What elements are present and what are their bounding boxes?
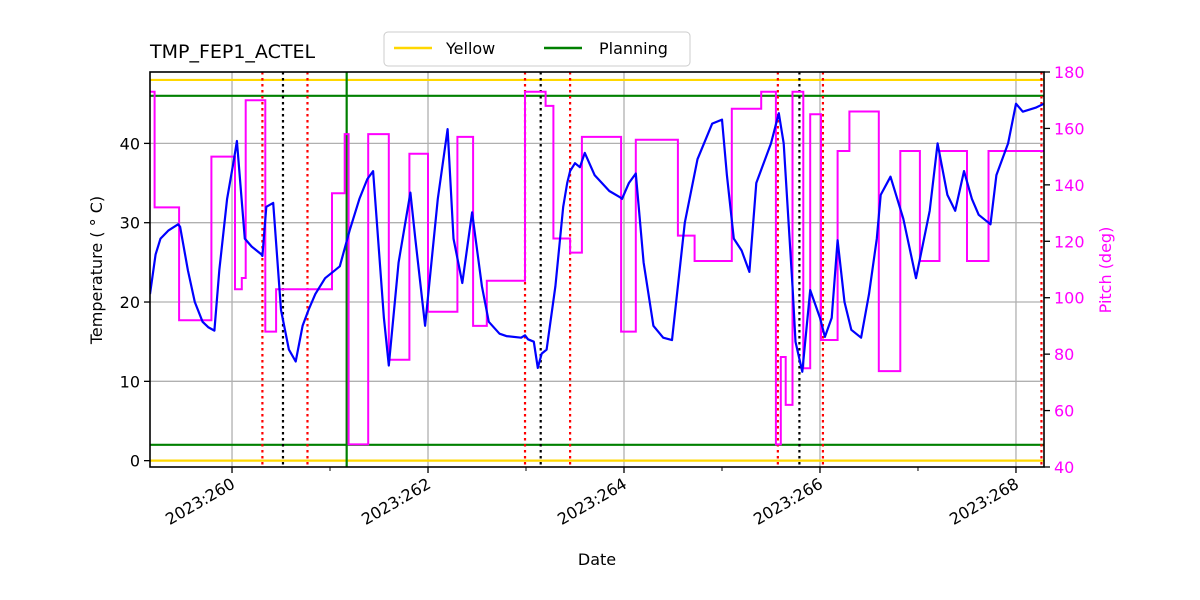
- y2-tick-label: 180: [1054, 63, 1085, 82]
- y2-axis-label: Pitch (deg): [1096, 227, 1115, 314]
- x-axis-label: Date: [578, 550, 616, 569]
- chart-title: TMP_FEP1_ACTEL: [149, 41, 315, 63]
- y2-tick-label: 140: [1054, 176, 1085, 195]
- y-tick-label: 30: [120, 214, 140, 233]
- y2-tick-label: 120: [1054, 232, 1085, 251]
- y2-tick-label: 160: [1054, 119, 1085, 138]
- y-axis-label: Temperature ( ° C): [87, 196, 106, 345]
- chart: 2023:260 2023:262 2023:264 2023:266 2023:268…: [0, 0, 1200, 600]
- legend: Yellow Planning: [383, 31, 691, 67]
- y-tick-label: 40: [120, 134, 140, 153]
- y2-tick-label: 40: [1054, 458, 1074, 477]
- y2-tick-label: 80: [1054, 345, 1074, 364]
- legend-label-planning: Planning: [599, 39, 668, 58]
- y-tick-label: 10: [120, 372, 140, 391]
- y2-tick-label: 100: [1054, 289, 1085, 308]
- y-tick-label: 0: [130, 452, 140, 471]
- y2-tick-label: 60: [1054, 402, 1074, 421]
- legend-label-yellow: Yellow: [445, 39, 495, 58]
- y-tick-label: 20: [120, 293, 140, 312]
